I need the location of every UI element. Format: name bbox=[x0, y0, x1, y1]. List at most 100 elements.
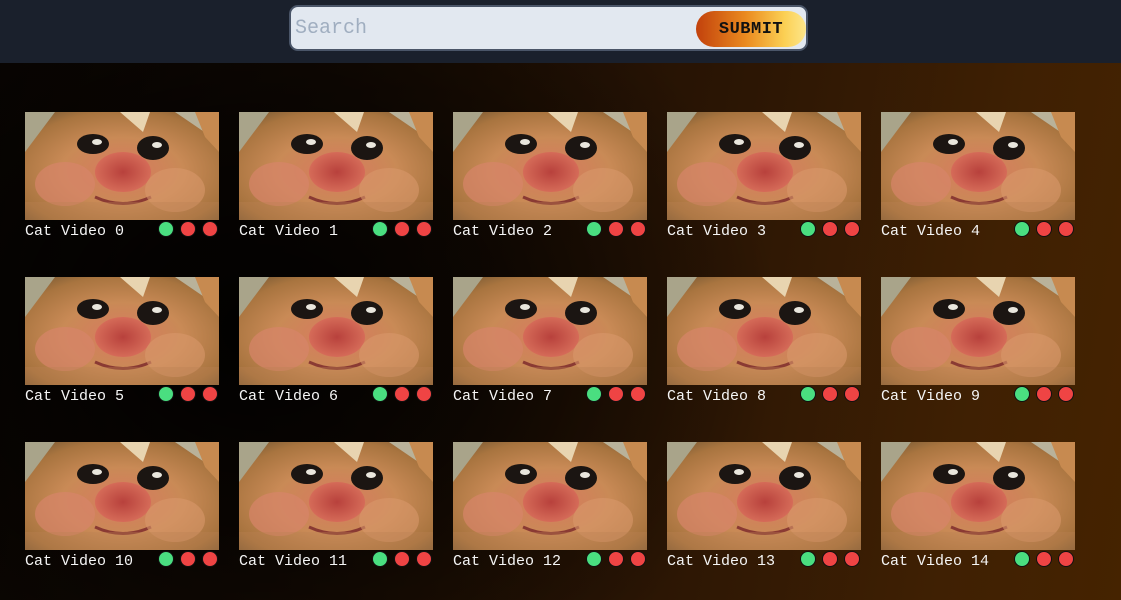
red-status-dot[interactable] bbox=[180, 386, 196, 402]
video-thumbnail[interactable] bbox=[25, 112, 219, 220]
video-card[interactable]: Cat Video 11 bbox=[239, 442, 433, 570]
video-card[interactable]: Cat Video 12 bbox=[453, 442, 647, 570]
video-card-footer: Cat Video 7 bbox=[453, 385, 647, 405]
red-status-dot[interactable] bbox=[844, 551, 860, 567]
red-status-dot[interactable] bbox=[608, 386, 624, 402]
green-status-dot[interactable] bbox=[800, 386, 816, 402]
video-thumbnail[interactable] bbox=[453, 277, 647, 385]
video-card-footer: Cat Video 8 bbox=[667, 385, 861, 405]
video-thumbnail[interactable] bbox=[239, 112, 433, 220]
green-status-dot[interactable] bbox=[158, 551, 174, 567]
green-status-dot[interactable] bbox=[586, 386, 602, 402]
video-card[interactable]: Cat Video 13 bbox=[667, 442, 861, 570]
video-title: Cat Video 1 bbox=[239, 223, 339, 240]
red-status-dot[interactable] bbox=[202, 551, 218, 567]
red-status-dot[interactable] bbox=[1036, 221, 1052, 237]
video-card[interactable]: Cat Video 2 bbox=[453, 112, 647, 240]
red-status-dot[interactable] bbox=[202, 386, 218, 402]
video-title: Cat Video 5 bbox=[25, 388, 125, 405]
video-thumbnail[interactable] bbox=[667, 112, 861, 220]
red-status-dot[interactable] bbox=[822, 221, 838, 237]
red-status-dot[interactable] bbox=[1058, 221, 1074, 237]
video-card[interactable]: Cat Video 3 bbox=[667, 112, 861, 240]
red-status-dot[interactable] bbox=[394, 221, 410, 237]
video-thumbnail[interactable] bbox=[881, 277, 1075, 385]
video-card-footer: Cat Video 5 bbox=[25, 385, 219, 405]
video-card[interactable]: Cat Video 9 bbox=[881, 277, 1075, 405]
video-card[interactable]: Cat Video 8 bbox=[667, 277, 861, 405]
red-status-dot[interactable] bbox=[1058, 551, 1074, 567]
video-thumbnail[interactable] bbox=[453, 442, 647, 550]
status-dots bbox=[800, 221, 860, 237]
red-status-dot[interactable] bbox=[1036, 551, 1052, 567]
video-card[interactable]: Cat Video 7 bbox=[453, 277, 647, 405]
status-dots bbox=[586, 551, 646, 567]
video-thumbnail[interactable] bbox=[453, 112, 647, 220]
red-status-dot[interactable] bbox=[394, 551, 410, 567]
green-status-dot[interactable] bbox=[586, 221, 602, 237]
video-thumbnail[interactable] bbox=[25, 442, 219, 550]
green-status-dot[interactable] bbox=[372, 551, 388, 567]
video-thumbnail[interactable] bbox=[667, 277, 861, 385]
green-status-dot[interactable] bbox=[1014, 386, 1030, 402]
video-card[interactable]: Cat Video 14 bbox=[881, 442, 1075, 570]
red-status-dot[interactable] bbox=[394, 386, 410, 402]
video-card-footer: Cat Video 9 bbox=[881, 385, 1075, 405]
video-card-footer: Cat Video 11 bbox=[239, 550, 433, 570]
red-status-dot[interactable] bbox=[1036, 386, 1052, 402]
red-status-dot[interactable] bbox=[630, 386, 646, 402]
green-status-dot[interactable] bbox=[158, 221, 174, 237]
video-card[interactable]: Cat Video 0 bbox=[25, 112, 219, 240]
red-status-dot[interactable] bbox=[1058, 386, 1074, 402]
red-status-dot[interactable] bbox=[630, 551, 646, 567]
video-title: Cat Video 9 bbox=[881, 388, 981, 405]
video-card-footer: Cat Video 10 bbox=[25, 550, 219, 570]
video-card[interactable]: Cat Video 5 bbox=[25, 277, 219, 405]
green-status-dot[interactable] bbox=[372, 386, 388, 402]
red-status-dot[interactable] bbox=[416, 221, 432, 237]
video-card[interactable]: Cat Video 10 bbox=[25, 442, 219, 570]
green-status-dot[interactable] bbox=[800, 221, 816, 237]
red-status-dot[interactable] bbox=[608, 221, 624, 237]
video-card-footer: Cat Video 14 bbox=[881, 550, 1075, 570]
video-card[interactable]: Cat Video 1 bbox=[239, 112, 433, 240]
video-title: Cat Video 2 bbox=[453, 223, 553, 240]
red-status-dot[interactable] bbox=[822, 386, 838, 402]
green-status-dot[interactable] bbox=[158, 386, 174, 402]
red-status-dot[interactable] bbox=[180, 551, 196, 567]
red-status-dot[interactable] bbox=[608, 551, 624, 567]
red-status-dot[interactable] bbox=[180, 221, 196, 237]
green-status-dot[interactable] bbox=[586, 551, 602, 567]
search-bar: SUBMIT bbox=[289, 5, 808, 51]
video-thumbnail[interactable] bbox=[239, 277, 433, 385]
red-status-dot[interactable] bbox=[844, 386, 860, 402]
video-card[interactable]: Cat Video 4 bbox=[881, 112, 1075, 240]
video-card[interactable]: Cat Video 6 bbox=[239, 277, 433, 405]
status-dots bbox=[1014, 386, 1074, 402]
red-status-dot[interactable] bbox=[630, 221, 646, 237]
video-grid: Cat Video 0 Cat Video 1 Cat Video 2 Cat … bbox=[25, 112, 1085, 570]
red-status-dot[interactable] bbox=[822, 551, 838, 567]
red-status-dot[interactable] bbox=[416, 386, 432, 402]
red-status-dot[interactable] bbox=[416, 551, 432, 567]
video-thumbnail[interactable] bbox=[881, 442, 1075, 550]
submit-button[interactable]: SUBMIT bbox=[696, 11, 806, 47]
status-dots bbox=[586, 386, 646, 402]
green-status-dot[interactable] bbox=[372, 221, 388, 237]
search-input[interactable] bbox=[295, 13, 685, 43]
green-status-dot[interactable] bbox=[1014, 221, 1030, 237]
video-thumbnail[interactable] bbox=[667, 442, 861, 550]
video-thumbnail[interactable] bbox=[881, 112, 1075, 220]
red-status-dot[interactable] bbox=[202, 221, 218, 237]
green-status-dot[interactable] bbox=[1014, 551, 1030, 567]
status-dots bbox=[372, 386, 432, 402]
video-title: Cat Video 0 bbox=[25, 223, 125, 240]
green-status-dot[interactable] bbox=[800, 551, 816, 567]
video-title: Cat Video 4 bbox=[881, 223, 981, 240]
status-dots bbox=[800, 386, 860, 402]
status-dots bbox=[586, 221, 646, 237]
video-thumbnail[interactable] bbox=[25, 277, 219, 385]
video-thumbnail[interactable] bbox=[239, 442, 433, 550]
red-status-dot[interactable] bbox=[844, 221, 860, 237]
status-dots bbox=[158, 551, 218, 567]
